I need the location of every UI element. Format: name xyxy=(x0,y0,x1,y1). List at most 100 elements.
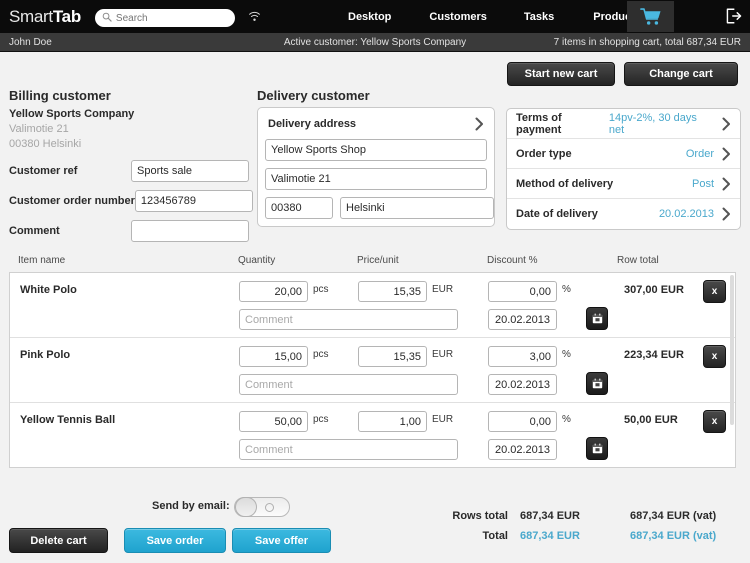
calendar-button[interactable] xyxy=(586,437,608,460)
grand-total-net: 687,34 EUR xyxy=(520,530,580,542)
price-input[interactable] xyxy=(358,411,427,432)
rows-total-net: 687,34 EUR xyxy=(520,510,580,522)
rows-total-vat: 687,34 EUR (vat) xyxy=(630,510,717,522)
quantity-input[interactable] xyxy=(239,411,308,432)
discount-input[interactable] xyxy=(488,411,557,432)
column-header-item-name: Item name xyxy=(18,255,66,266)
billing-street: Valimotie 21 xyxy=(9,123,69,135)
discount-input[interactable] xyxy=(488,281,557,302)
save-order-button[interactable]: Save order xyxy=(124,528,226,553)
table-row: Yellow Tennis Ball pcs EUR % 50,00 EUR x xyxy=(10,403,735,467)
delivery-street-input[interactable] xyxy=(265,168,487,190)
remove-row-button[interactable]: x xyxy=(703,280,726,303)
status-bar: John Doe Active customer: Yellow Sports … xyxy=(0,33,750,52)
delivery-address-label: Delivery address xyxy=(268,118,357,130)
change-cart-button[interactable]: Change cart xyxy=(624,62,738,86)
top-navigation-bar: SmartTab Desktop Customers Tasks Product… xyxy=(0,0,750,33)
quantity-input[interactable] xyxy=(239,346,308,367)
nav-item-customers[interactable]: Customers xyxy=(429,11,486,23)
cart-actions: Start new cart Change cart xyxy=(507,62,738,86)
start-new-cart-button[interactable]: Start new cart xyxy=(507,62,615,86)
order-type-row[interactable]: Order type Order xyxy=(507,139,740,169)
terms-of-payment-row[interactable]: Terms of payment 14pv-2%, 30 days net xyxy=(507,109,740,139)
unit-percent-label: % xyxy=(562,284,571,295)
terms-of-payment-label: Terms of payment xyxy=(516,111,562,136)
grand-total-row: Total 687,34 EUR 687,34 EUR (vat) xyxy=(430,530,750,550)
nav-item-desktop[interactable]: Desktop xyxy=(348,11,391,23)
calendar-icon xyxy=(592,378,602,389)
customer-ref-row: Customer ref xyxy=(9,160,249,182)
delivery-city-input[interactable] xyxy=(340,197,494,219)
items-list-scrollbar[interactable] xyxy=(730,275,734,425)
grand-total-vat: 687,34 EUR (vat) xyxy=(630,530,717,542)
row-date-input[interactable] xyxy=(488,439,557,460)
chevron-right-icon xyxy=(722,147,730,160)
delivery-name-input[interactable] xyxy=(265,139,487,161)
customer-order-number-input[interactable] xyxy=(134,190,253,212)
row-comment-input[interactable] xyxy=(239,439,458,460)
price-input[interactable] xyxy=(358,346,427,367)
save-offer-button[interactable]: Save offer xyxy=(232,528,331,553)
calendar-icon xyxy=(592,313,602,324)
order-type-label: Order type xyxy=(516,147,572,160)
billing-comment-input[interactable] xyxy=(131,220,249,242)
order-type-value: Order xyxy=(685,147,714,160)
status-cart-summary: 7 items in shopping cart, total 687,34 E… xyxy=(553,36,741,48)
table-row: Pink Polo pcs EUR % 223,34 EUR x xyxy=(10,338,735,403)
item-name: Pink Polo xyxy=(20,349,71,361)
items-list[interactable]: White Polo pcs EUR % 307,00 EUR x Pink P… xyxy=(9,272,736,468)
nav-item-tasks[interactable]: Tasks xyxy=(524,11,554,23)
rows-total-row: Rows total 687,34 EUR 687,34 EUR (vat) xyxy=(430,510,750,530)
delivery-address-header[interactable]: Delivery address xyxy=(265,115,487,139)
unit-percent-label: % xyxy=(562,349,571,360)
column-header-quantity: Quantity xyxy=(238,255,276,266)
quantity-input[interactable] xyxy=(239,281,308,302)
search-field-wrapper xyxy=(94,8,235,27)
row-date-input[interactable] xyxy=(488,309,557,330)
delivery-address-panel: Delivery address xyxy=(257,107,495,227)
shopping-cart-icon xyxy=(639,7,661,25)
shopping-cart-tab[interactable] xyxy=(627,1,674,32)
price-input[interactable] xyxy=(358,281,427,302)
delivery-customer-section: Delivery customer Delivery address xyxy=(257,88,495,227)
send-by-email-label: Send by email: xyxy=(152,500,230,512)
unit-pcs-label: pcs xyxy=(313,414,329,425)
chevron-right-icon xyxy=(475,117,483,131)
method-of-delivery-row[interactable]: Method of delivery Post xyxy=(507,169,740,199)
toggle-indicator-circle xyxy=(265,503,274,512)
row-total-value: 307,00 EUR xyxy=(624,284,684,296)
row-date-input[interactable] xyxy=(488,374,557,395)
delete-cart-button[interactable]: Delete cart xyxy=(9,528,108,553)
toggle-knob xyxy=(235,497,257,517)
delivery-zip-input[interactable] xyxy=(265,197,333,219)
calendar-button[interactable] xyxy=(586,307,608,330)
customer-ref-label: Customer ref xyxy=(9,165,78,177)
delivery-zip-city-row xyxy=(265,197,494,219)
customer-order-number-row: Customer order number xyxy=(9,190,253,212)
items-table-header: Item name Quantity Price/unit Discount %… xyxy=(0,255,750,272)
logo-text-bold: Tab xyxy=(52,6,81,26)
order-terms-section: Terms of payment 14pv-2%, 30 days net Or… xyxy=(506,108,741,230)
remove-row-button[interactable]: x xyxy=(703,410,726,433)
billing-company-name: Yellow Sports Company xyxy=(9,108,135,120)
discount-input[interactable] xyxy=(488,346,557,367)
terms-of-payment-value: 14pv-2%, 30 days net xyxy=(608,111,697,136)
method-of-delivery-label: Method of delivery xyxy=(516,177,614,190)
method-of-delivery-value: Post xyxy=(691,177,714,190)
column-header-price-unit: Price/unit xyxy=(357,255,399,266)
date-of-delivery-row[interactable]: Date of delivery 20.02.2013 xyxy=(507,199,740,229)
unit-percent-label: % xyxy=(562,414,571,425)
customer-ref-input[interactable] xyxy=(131,160,249,182)
billing-customer-section: Billing customer Yellow Sports Company V… xyxy=(9,88,253,242)
row-comment-input[interactable] xyxy=(239,374,458,395)
remove-row-button[interactable]: x xyxy=(703,345,726,368)
calendar-button[interactable] xyxy=(586,372,608,395)
table-row: White Polo pcs EUR % 307,00 EUR x xyxy=(10,273,735,338)
chevron-right-icon xyxy=(722,177,730,190)
logout-icon[interactable] xyxy=(726,8,742,24)
column-header-discount: Discount % xyxy=(487,255,538,266)
send-by-email-toggle[interactable] xyxy=(234,497,290,517)
row-comment-input[interactable] xyxy=(239,309,458,330)
row-total-value: 50,00 EUR xyxy=(624,414,678,426)
search-input[interactable] xyxy=(94,9,235,27)
